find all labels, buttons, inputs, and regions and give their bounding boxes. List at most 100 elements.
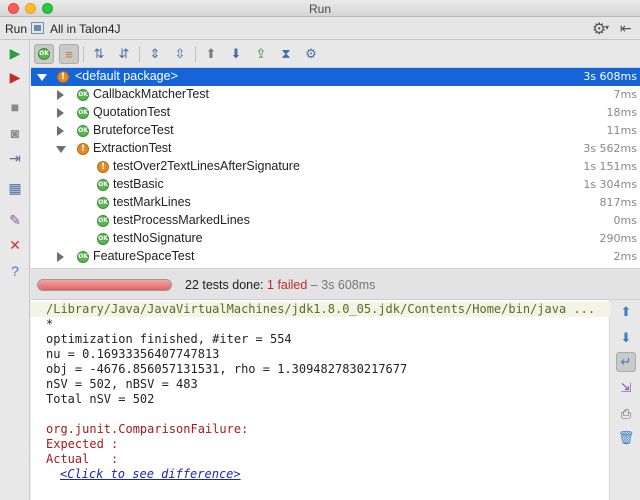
exit-icon[interactable]: ⇥ — [5, 148, 25, 168]
show-ignored-icon[interactable]: ≡ — [59, 44, 79, 64]
settings-caret-icon[interactable]: ▾ — [605, 23, 609, 32]
console-line: Total nSV = 502 — [46, 392, 155, 406]
previous-failed-icon[interactable]: ⬆ — [201, 44, 221, 64]
test-results-tree: ! <default package> 3s 608ms OK Callback… — [31, 68, 640, 268]
console-command-line: /Library/Java/JavaVirtualMachines/jdk1.8… — [31, 302, 610, 317]
tree-row-time: 290ms — [599, 232, 637, 245]
scroll-to-end-icon[interactable]: ⇲ — [616, 378, 636, 398]
expand-arrow-icon[interactable] — [57, 252, 64, 262]
console-line: optimization finished, #iter = 554 — [46, 332, 292, 346]
show-passed-icon[interactable]: OK — [34, 44, 54, 64]
passed-status-icon: OK — [97, 197, 109, 209]
scroll-up-icon[interactable]: ⬆ — [616, 302, 636, 322]
history-icon[interactable]: ⧗ — [276, 44, 296, 64]
console-line: nSV = 502, nBSV = 483 — [46, 377, 198, 391]
tree-row-label: <default package> — [75, 69, 178, 83]
tree-row-callbackmatchertest[interactable]: OK CallbackMatcherTest 7ms — [31, 86, 640, 104]
hide-panel-icon[interactable]: ⇤ — [620, 20, 632, 37]
console-error-line: Actual : — [46, 452, 119, 466]
tree-row-featurespacetest[interactable]: OK FeatureSpaceTest 2ms — [31, 248, 640, 266]
layout-icon[interactable]: ▦ — [5, 178, 25, 198]
help-icon[interactable]: ? — [5, 261, 25, 281]
see-difference-link[interactable]: <Click to see difference> — [60, 467, 241, 482]
passed-status-icon: OK — [97, 233, 109, 245]
failed-status-icon: ! — [57, 71, 69, 83]
stop-icon[interactable]: ■ — [5, 97, 25, 117]
expand-arrow-icon[interactable] — [57, 126, 64, 136]
close-icon[interactable]: ✕ — [5, 235, 25, 255]
soft-wrap-icon[interactable]: ↵ — [616, 352, 636, 372]
console-error-line: Expected : — [46, 437, 119, 451]
run-actions-gutter: ▶ ▶ ■ ◙ ⇥ ▦ ✎ ✕ ? — [0, 40, 30, 500]
tree-row-time: 7ms — [613, 88, 637, 101]
clear-all-icon[interactable]: 🗑 — [616, 428, 636, 448]
tree-row-label: QuotationTest — [93, 105, 171, 119]
test-progress-fill — [38, 280, 171, 290]
console-output[interactable]: /Library/Java/JavaVirtualMachines/jdk1.8… — [31, 300, 610, 500]
tree-row-label: ExtractionTest — [93, 141, 172, 155]
failed-status-icon: ! — [77, 143, 89, 155]
console-line: obj = -4676.856057131531, rho = 1.309482… — [46, 362, 408, 376]
tree-row-time: 0ms — [613, 214, 637, 227]
test-settings-icon[interactable]: ⚙ — [301, 44, 321, 64]
tests-failed-text[interactable]: 1 failed — [267, 278, 307, 292]
sort-alpha-icon[interactable]: ⇅ — [89, 44, 109, 64]
tree-row-label: testProcessMarkedLines — [113, 213, 250, 227]
export-results-icon[interactable]: ⇪ — [251, 44, 271, 64]
tree-row-time: 11ms — [606, 124, 637, 137]
test-progress-bar — [37, 279, 172, 291]
tree-row-label: BruteforceTest — [93, 123, 174, 137]
tree-row-testover2textlinesaftersignature[interactable]: ! testOver2TextLinesAfterSignature 1s 15… — [31, 158, 640, 176]
expand-all-icon[interactable]: ⇕ — [145, 44, 165, 64]
tree-row-label: testBasic — [113, 177, 164, 191]
test-status-bar: 22 tests done: 1 failed – 3s 608ms — [31, 268, 640, 300]
rerun-icon[interactable]: ▶ — [5, 43, 25, 63]
tree-row-quotationtest[interactable]: OK QuotationTest 18ms — [31, 104, 640, 122]
passed-status-icon: OK — [77, 89, 89, 101]
tree-row-time: 18ms — [606, 106, 637, 119]
tests-done-text: 22 tests done: — [185, 278, 268, 292]
collapse-arrow-icon[interactable] — [37, 74, 47, 81]
next-failed-icon[interactable]: ⬇ — [226, 44, 246, 64]
pin-icon[interactable]: ✎ — [5, 210, 25, 230]
tree-row-label: testNoSignature — [113, 231, 203, 245]
dump-threads-icon[interactable]: ◙ — [5, 123, 25, 143]
rerun-failed-icon[interactable]: ▶ — [5, 67, 25, 87]
sort-duration-icon[interactable]: ⇵ — [114, 44, 134, 64]
test-toolbar: OK ≡ ⇅ ⇵ ⇕ ⇳ ⬆ ⬇ ⇪ ⧗ ⚙ — [31, 40, 640, 68]
console-error-line: org.junit.ComparisonFailure: — [46, 422, 249, 436]
tree-row-label: CallbackMatcherTest — [93, 87, 210, 101]
tree-row-time: 3s 608ms — [583, 70, 637, 83]
run-label: Run — [5, 22, 28, 36]
print-icon[interactable]: ⎙ — [616, 404, 636, 424]
tree-row-testmarklines[interactable]: OK testMarkLines 817ms — [31, 194, 640, 212]
passed-status-icon: OK — [77, 251, 89, 263]
console-tools: ⬆ ⬇ ↵ ⇲ ⎙ 🗑 — [611, 300, 640, 500]
tree-row-time: 3s 562ms — [583, 142, 637, 155]
tests-time-text: – 3s 608ms — [307, 278, 376, 292]
tree-row-default-package[interactable]: ! <default package> 3s 608ms — [31, 68, 640, 86]
run-config-tab[interactable]: All in Talon4J — [50, 22, 121, 36]
passed-status-icon: OK — [77, 125, 89, 137]
tree-row-time: 817ms — [599, 196, 637, 209]
window-title: Run — [308, 2, 331, 16]
collapse-all-icon[interactable]: ⇳ — [170, 44, 190, 64]
tree-row-label: testMarkLines — [113, 195, 191, 209]
passed-status-icon: OK — [97, 215, 109, 227]
tree-row-testbasic[interactable]: OK testBasic 1s 304ms — [31, 176, 640, 194]
tree-row-bruteforcetest[interactable]: OK BruteforceTest 11ms — [31, 122, 640, 140]
expand-arrow-icon[interactable] — [57, 108, 64, 118]
expand-arrow-icon[interactable] — [57, 90, 64, 100]
console-line: nu = 0.16933356407747813 — [46, 347, 220, 361]
passed-status-icon: OK — [97, 179, 109, 191]
tree-row-extractiontest[interactable]: ! ExtractionTest 3s 562ms — [31, 140, 640, 158]
window-title-bar: Run — [0, 0, 640, 17]
test-summary: 22 tests done: 1 failed – 3s 608ms — [185, 278, 375, 292]
scroll-down-icon[interactable]: ⬇ — [616, 328, 636, 348]
console-line: * — [46, 317, 54, 331]
collapse-arrow-icon[interactable] — [56, 146, 66, 153]
tree-row-testnosignature[interactable]: OK testNoSignature 290ms — [31, 230, 640, 248]
tree-row-label: FeatureSpaceTest — [93, 249, 195, 263]
tree-row-time: 1s 304ms — [583, 178, 637, 191]
tree-row-testprocessmarkedlines[interactable]: OK testProcessMarkedLines 0ms — [31, 212, 640, 230]
